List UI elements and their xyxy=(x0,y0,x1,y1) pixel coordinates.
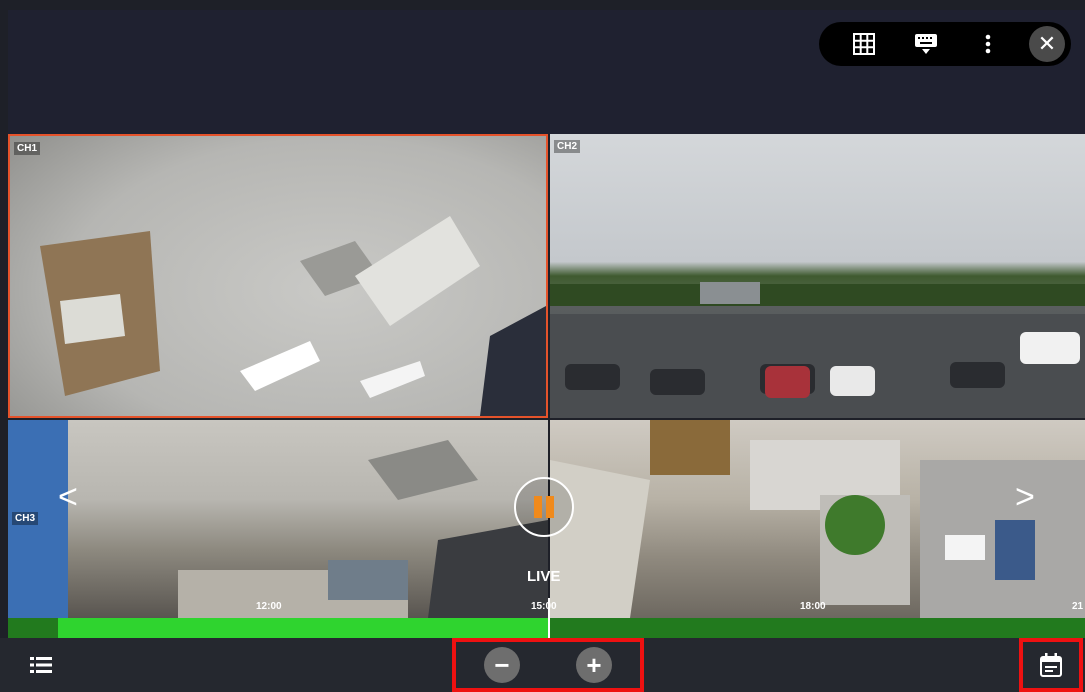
keyboard-icon xyxy=(915,34,937,54)
camera-label: CH2 xyxy=(554,140,581,153)
camera-label: CH3 xyxy=(12,512,39,525)
timeline-tick: 12:00 xyxy=(256,601,282,612)
zoom-out-button[interactable]: − xyxy=(484,647,520,683)
more-options-button[interactable] xyxy=(957,22,1019,66)
camera-feed-ch2 xyxy=(550,282,1085,418)
grid-layout-button[interactable] xyxy=(833,22,895,66)
zoom-controls: − + xyxy=(452,638,644,692)
bottom-bar: − + xyxy=(0,638,1085,692)
camera-grid: CH1 CH2 CH3 xyxy=(8,134,1085,618)
close-button[interactable]: ✕ xyxy=(1029,26,1065,62)
camera-tile-ch1[interactable]: CH1 xyxy=(8,134,548,418)
timeline-tick: 15:00 xyxy=(531,601,557,612)
camera-feed-ch1 xyxy=(40,216,546,416)
list-icon xyxy=(30,657,52,673)
timeline-tick: 21 xyxy=(1072,601,1084,612)
live-indicator: LIVE xyxy=(527,568,561,585)
pause-button[interactable] xyxy=(514,477,574,537)
next-page-button[interactable]: > xyxy=(1015,478,1035,517)
more-vertical-icon xyxy=(985,34,991,54)
camera-label: CH1 xyxy=(14,142,41,155)
camera-tile-ch4[interactable] xyxy=(550,420,1085,618)
calendar-button[interactable] xyxy=(1019,638,1083,692)
timeline-tick: 18:00 xyxy=(800,601,826,612)
keyboard-button[interactable] xyxy=(895,22,957,66)
zoom-in-button[interactable]: + xyxy=(576,647,612,683)
grid-layout-icon xyxy=(853,33,875,55)
pause-icon xyxy=(532,496,556,518)
camera-tile-ch2[interactable]: CH2 xyxy=(550,134,1085,418)
calendar-icon xyxy=(1040,653,1062,677)
camera-feed-ch3 xyxy=(8,420,548,618)
channel-list-button[interactable] xyxy=(30,656,52,679)
previous-page-button[interactable]: < xyxy=(58,478,78,517)
view-toolbar: ✕ xyxy=(819,22,1071,66)
recorded-segment xyxy=(58,618,548,638)
close-icon: ✕ xyxy=(1037,31,1057,56)
camera-tile-ch3[interactable]: CH3 xyxy=(8,420,548,618)
camera-feed-ch4 xyxy=(550,420,1085,618)
playback-timeline[interactable]: 12:00 15:00 18:00 21 xyxy=(8,598,1085,638)
